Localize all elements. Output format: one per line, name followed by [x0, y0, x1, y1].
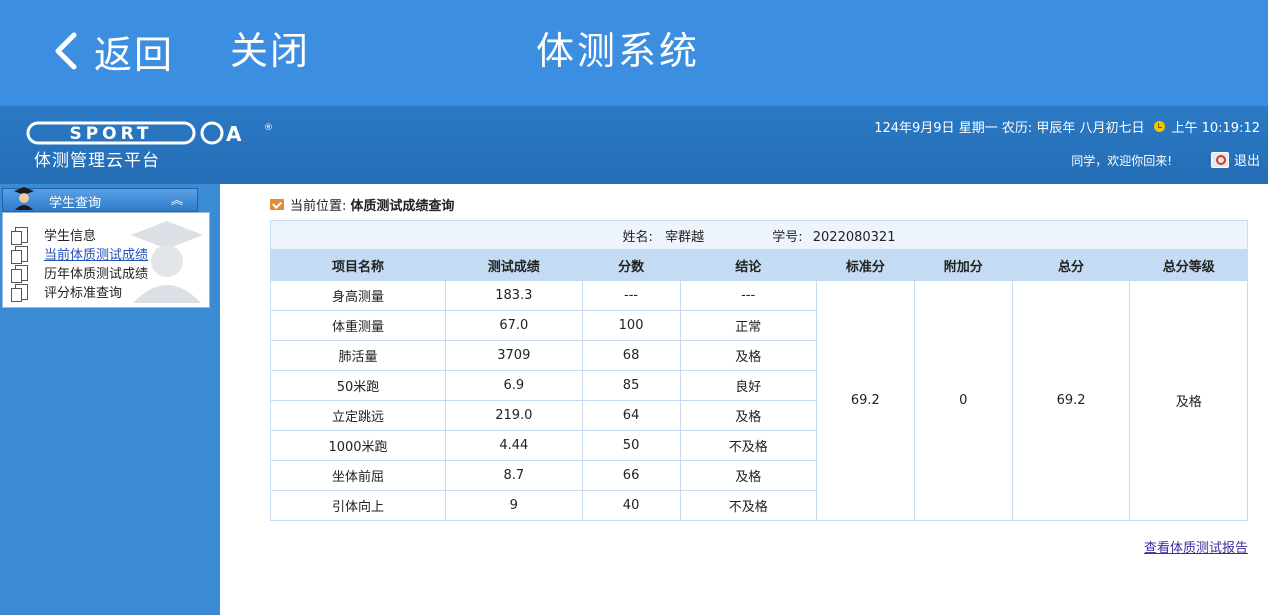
- item-conclusion: 不及格: [679, 430, 817, 461]
- sidebar-section-header[interactable]: 学生查询 ︽: [2, 187, 198, 212]
- student-avatar-icon: [14, 187, 34, 210]
- item-name: 体重测量: [270, 310, 446, 341]
- column-header: 标准分: [815, 249, 915, 281]
- item-score: 66: [581, 460, 681, 491]
- site-header: SPORT A ® 体测管理云平台 124年9月9日 星期一 农历: 甲辰年 八…: [0, 106, 1268, 184]
- item-result: 9: [445, 490, 583, 521]
- chevron-left-icon: [55, 32, 77, 70]
- item-result: 3709: [445, 340, 583, 371]
- back-button[interactable]: 返回: [48, 26, 175, 77]
- column-header: 附加分: [913, 249, 1013, 281]
- item-result: 6.9: [445, 370, 583, 401]
- item-score: 50: [581, 430, 681, 461]
- student-name-label: 姓名:: [622, 229, 653, 245]
- item-score: 100: [581, 310, 681, 341]
- item-name: 坐体前屈: [270, 460, 446, 491]
- total-score: 69.2: [1011, 280, 1131, 521]
- close-button[interactable]: 关闭: [230, 26, 310, 76]
- sidebar-item-past-scores[interactable]: 历年体质测试成绩: [11, 263, 149, 283]
- breadcrumb-current: 体质测试成绩查询: [350, 199, 455, 214]
- view-report-link[interactable]: 查看体质测试报告: [1144, 537, 1248, 556]
- student-info-cell: 姓名: 宰群越 学号: 2022080321: [270, 220, 1248, 250]
- item-score: ---: [581, 280, 681, 311]
- sidebar-section-label: 学生查询: [49, 196, 102, 211]
- welcome-text: 同学，欢迎你回来!: [1071, 154, 1172, 168]
- item-score: 85: [581, 370, 681, 401]
- table-header-row: 项目名称 测试成绩 分数 结论 标准分 附加分 总分 总分等级: [270, 249, 1248, 281]
- item-result: 8.7: [445, 460, 583, 491]
- column-header: 结论: [679, 249, 817, 281]
- sidebar-item-scoring-standard[interactable]: 评分标准查询: [11, 282, 123, 302]
- sidebar-item-current-scores[interactable]: 当前体质测试成绩: [11, 244, 149, 264]
- power-icon: [1210, 151, 1229, 168]
- svg-text:SPORT: SPORT: [69, 124, 152, 144]
- document-icon: [11, 245, 28, 264]
- clock-icon: [1154, 121, 1166, 132]
- standard-score: 69.2: [815, 280, 915, 521]
- scores-table: 姓名: 宰群越 学号: 2022080321 项目名称 测试成绩 分数 结论 标…: [270, 220, 1248, 521]
- document-icon: [11, 226, 28, 245]
- item-conclusion: 及格: [679, 400, 817, 431]
- table-row: 身高测量 183.3 --- --- 69.2 0 69.2 及格: [270, 280, 1248, 521]
- sidebar-item-label: 评分标准查询: [44, 286, 123, 301]
- item-name: 50米跑: [270, 370, 446, 401]
- logout-label: 退出: [1233, 154, 1260, 169]
- back-label: 返回: [94, 32, 175, 77]
- datetime: 124年9月9日 星期一 农历: 甲辰年 八月初七日 上午 10:19:12: [874, 117, 1260, 136]
- student-info-row: 姓名: 宰群越 学号: 2022080321: [270, 220, 1248, 250]
- sidebar-item-label: 当前体质测试成绩: [44, 248, 149, 263]
- item-name: 身高测量: [270, 280, 446, 311]
- item-conclusion: 及格: [679, 460, 817, 491]
- collapse-icon[interactable]: ︽: [171, 191, 183, 208]
- time-text: 上午 10:19:12: [1171, 121, 1260, 136]
- item-conclusion: 不及格: [679, 490, 817, 521]
- document-icon: [11, 264, 28, 283]
- bonus-score: 0: [913, 280, 1013, 521]
- item-conclusion: 及格: [679, 340, 817, 371]
- item-name: 肺活量: [270, 340, 446, 371]
- breadcrumb: 当前位置: 体质测试成绩查询: [270, 195, 454, 214]
- item-score: 68: [581, 340, 681, 371]
- breadcrumb-prefix: 当前位置:: [290, 199, 347, 214]
- sidebar-item-student-info[interactable]: 学生信息: [11, 225, 97, 245]
- column-header: 项目名称: [270, 249, 446, 281]
- sidebar: 学生查询 ︽ 学生信息 当前体质测试成绩 历年体质测试成绩 评分标准查询: [0, 184, 220, 615]
- item-conclusion: 良好: [679, 370, 817, 401]
- date-text: 124年9月9日 星期一 农历: 甲辰年 八月初七日: [874, 121, 1145, 136]
- sidebar-menu: 学生信息 当前体质测试成绩 历年体质测试成绩 评分标准查询: [2, 212, 210, 308]
- app-title: 体测系统: [536, 29, 701, 73]
- sidebar-item-label: 学生信息: [44, 229, 97, 244]
- student-id-label: 学号:: [772, 229, 803, 245]
- platform-name: 体测管理云平台: [34, 151, 160, 171]
- item-score: 64: [581, 400, 681, 431]
- item-name: 引体向上: [270, 490, 446, 521]
- total-grade: 及格: [1129, 280, 1248, 521]
- sportoa-logo: SPORT A ®: [26, 120, 278, 146]
- column-header: 总分: [1011, 249, 1131, 281]
- student-id: 2022080321: [812, 229, 896, 245]
- item-name: 1000米跑: [270, 430, 446, 461]
- logout-button[interactable]: 退出: [1210, 150, 1260, 169]
- sidebar-item-label: 历年体质测试成绩: [44, 267, 149, 282]
- location-icon: [270, 199, 284, 210]
- student-name: 宰群越: [665, 229, 705, 245]
- svg-text:®: ®: [264, 123, 273, 133]
- column-header: 总分等级: [1129, 249, 1248, 281]
- item-result: 183.3: [445, 280, 583, 311]
- item-name: 立定跳远: [270, 400, 446, 431]
- column-header: 测试成绩: [445, 249, 583, 281]
- item-conclusion: ---: [679, 280, 817, 311]
- item-result: 4.44: [445, 430, 583, 461]
- item-score: 40: [581, 490, 681, 521]
- item-result: 67.0: [445, 310, 583, 341]
- document-icon: [11, 283, 28, 302]
- column-header: 分数: [581, 249, 681, 281]
- app-bar: 返回 关闭 体测系统: [0, 0, 1268, 106]
- item-result: 219.0: [445, 400, 583, 431]
- item-conclusion: 正常: [679, 310, 817, 341]
- svg-text:A: A: [226, 122, 242, 146]
